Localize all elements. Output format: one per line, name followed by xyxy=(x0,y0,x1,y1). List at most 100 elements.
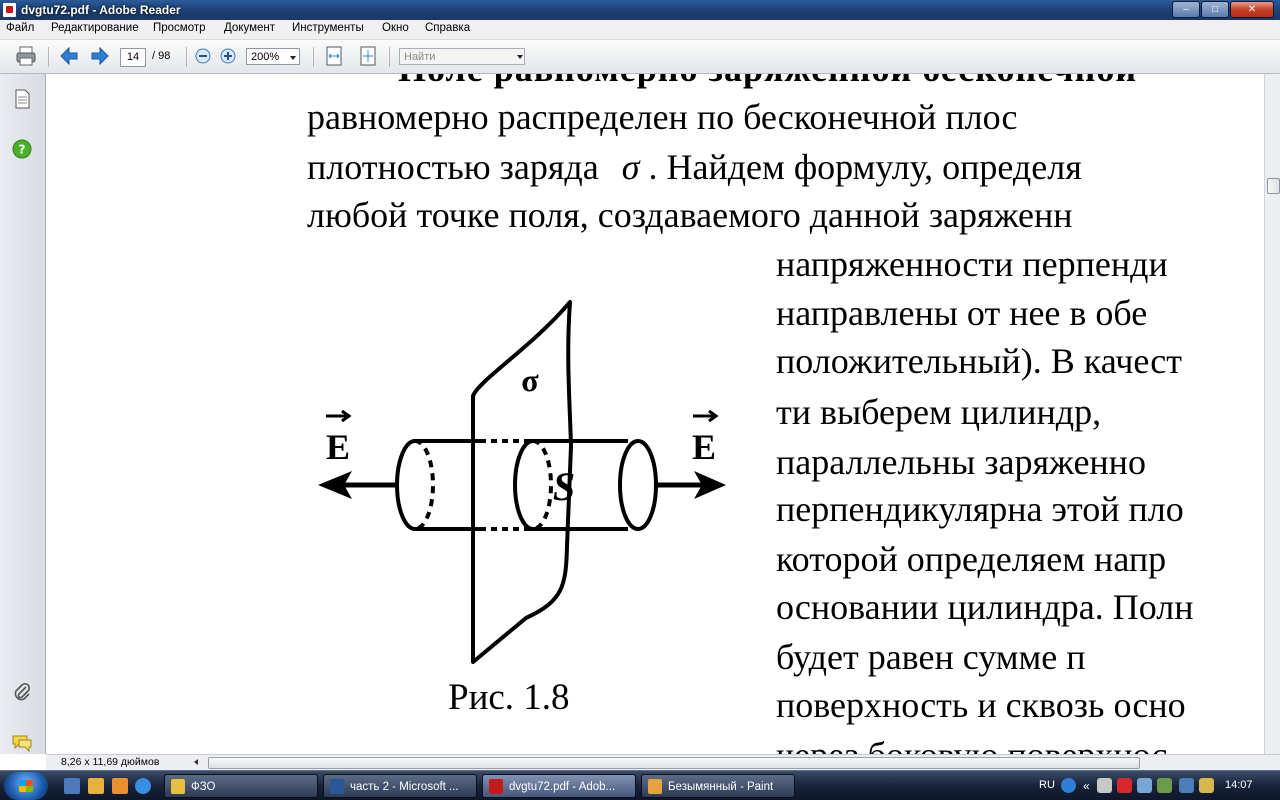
toolbar-separator xyxy=(313,47,314,67)
taskbar-item-adobe-reader[interactable]: dvgtu72.pdf - Adob... xyxy=(482,774,636,798)
pdf-icon xyxy=(489,779,503,794)
doc-line: плотностью заряда σ . Найдем формулу, оп… xyxy=(307,146,1082,188)
figure-charged-plane: E E σ S xyxy=(318,300,726,664)
doc-line: перпендикулярна этой пло xyxy=(776,489,1184,529)
toolbar-separator xyxy=(186,47,187,67)
close-button[interactable]: ✕ xyxy=(1230,1,1274,18)
network-icon[interactable] xyxy=(1097,778,1112,793)
previous-page-icon[interactable] xyxy=(58,45,80,67)
menu-edit[interactable]: Редактирование xyxy=(51,22,139,34)
folder-icon xyxy=(171,779,185,794)
volume-icon[interactable] xyxy=(1137,778,1152,793)
doc-line: равномерно распределен по бесконечной пл… xyxy=(307,97,1018,137)
doc-line: поверхность и сквозь осно xyxy=(776,685,1186,725)
fit-page-icon[interactable] xyxy=(357,45,379,67)
doc-text: . Найдем формулу, определя xyxy=(648,147,1082,187)
horizontal-scroll-thumb[interactable] xyxy=(208,757,1140,769)
status-bar: 8,26 x 11,69 дюймов xyxy=(46,754,1280,771)
page-size-label: 8,26 x 11,69 дюймов xyxy=(61,756,160,768)
doc-line: основании цилиндра. Полн xyxy=(776,587,1194,627)
page-number-input[interactable]: 14 xyxy=(120,48,146,67)
label-s: S xyxy=(553,464,575,509)
maximize-button[interactable]: □ xyxy=(1201,1,1229,18)
doc-line: которой определяем напр xyxy=(776,539,1167,579)
doc-line: ти выберем цилиндр, xyxy=(776,392,1102,432)
fit-width-icon[interactable] xyxy=(323,45,345,67)
doc-heading: Поле равномерно заряженной бесконечной xyxy=(398,74,1137,90)
toolbar: 14 / 98 200% Найти xyxy=(0,40,1280,74)
horizontal-scrollbar[interactable] xyxy=(194,757,1276,769)
doc-line: будет равен сумме п xyxy=(776,637,1086,677)
help-tray-icon[interactable] xyxy=(1061,778,1076,793)
chevron-down-icon[interactable] xyxy=(517,55,523,59)
explorer-icon[interactable] xyxy=(88,778,104,794)
title-bar: dvgtu72.pdf - Adobe Reader – □ ✕ xyxy=(0,0,1280,20)
menu-tools[interactable]: Инструменты xyxy=(292,22,364,34)
vector-mark-icon xyxy=(326,409,352,423)
sigma-symbol: σ xyxy=(621,147,640,187)
attachments-icon[interactable] xyxy=(11,681,33,703)
next-page-icon[interactable] xyxy=(89,45,111,67)
pages-icon[interactable] xyxy=(11,88,33,110)
window-controls: – □ ✕ xyxy=(1171,1,1274,18)
antivirus-icon[interactable] xyxy=(1117,778,1132,793)
cylinder-left-base xyxy=(395,439,416,531)
menu-view[interactable]: Просмотр xyxy=(153,22,206,34)
paint-icon xyxy=(648,779,662,794)
menu-window[interactable]: Окно xyxy=(382,22,409,34)
document-view[interactable]: Поле равномерно заряженной бесконечной р… xyxy=(46,74,1264,754)
start-button[interactable] xyxy=(4,772,48,800)
toolbar-separator xyxy=(389,47,390,67)
print-icon[interactable] xyxy=(15,45,37,67)
menu-bar: Файл Редактирование Просмотр Документ Ин… xyxy=(0,20,1280,40)
device-icon[interactable] xyxy=(1157,778,1172,793)
doc-text: плотностью заряда xyxy=(307,147,599,187)
cylinder-right-base xyxy=(618,439,658,531)
doc-line: через боковую поверхнос xyxy=(776,734,1168,754)
browser-icon[interactable] xyxy=(135,778,151,794)
menu-document[interactable]: Документ xyxy=(224,22,275,34)
label-e-right: E xyxy=(692,427,716,467)
zoom-value: 200% xyxy=(251,51,280,63)
comments-icon[interactable] xyxy=(11,732,33,754)
update-icon[interactable] xyxy=(1199,778,1214,793)
menu-file[interactable]: Файл xyxy=(6,22,34,34)
minimize-button[interactable]: – xyxy=(1172,1,1200,18)
taskbar-item-word[interactable]: часть 2 - Microsoft ... xyxy=(323,774,477,798)
svg-text:?: ? xyxy=(19,143,26,157)
language-indicator[interactable]: RU xyxy=(1039,779,1055,791)
label-e-left: E xyxy=(326,427,350,467)
doc-line: любой точке поля, создаваемого данной за… xyxy=(307,195,1073,235)
word-icon xyxy=(330,779,344,794)
help-icon[interactable]: ? xyxy=(11,138,33,160)
zoom-select[interactable]: 200% xyxy=(246,48,300,65)
figure-caption: Рис. 1.8 xyxy=(448,677,570,718)
doc-line: положительный). В качест xyxy=(776,341,1182,381)
find-input[interactable]: Найти xyxy=(399,48,525,65)
vertical-scrollbar[interactable] xyxy=(1264,74,1280,754)
battery-icon[interactable] xyxy=(1179,778,1194,793)
doc-line: напряженности перпенди xyxy=(776,244,1168,284)
zoom-out-icon[interactable] xyxy=(193,46,213,66)
window-title: dvgtu72.pdf - Adobe Reader xyxy=(21,3,181,17)
zoom-in-icon[interactable] xyxy=(218,46,238,66)
show-desktop-icon[interactable] xyxy=(64,778,80,794)
media-player-icon[interactable] xyxy=(112,778,128,794)
taskbar-item-label: Безымянный - Paint xyxy=(668,781,774,793)
page-total: / 98 xyxy=(152,50,171,62)
doc-line: параллельны заряженно xyxy=(776,442,1146,482)
taskbar-item-fzo[interactable]: ФЗО xyxy=(164,774,318,798)
scroll-left-icon[interactable] xyxy=(194,759,198,765)
cylinder-left-base-hidden xyxy=(414,439,435,531)
taskbar-item-paint[interactable]: Безымянный - Paint xyxy=(641,774,795,798)
vertical-scroll-thumb[interactable] xyxy=(1267,178,1280,194)
label-sigma: σ xyxy=(521,362,539,398)
adobe-reader-icon xyxy=(3,3,16,17)
taskbar-item-label: часть 2 - Microsoft ... xyxy=(350,781,459,793)
taskbar: ФЗО часть 2 - Microsoft ... dvgtu72.pdf … xyxy=(0,770,1280,800)
menu-help[interactable]: Справка xyxy=(425,22,470,34)
toolbar-separator xyxy=(48,47,49,67)
chevron-left-icon[interactable]: « xyxy=(1083,779,1090,793)
clock[interactable]: 14:07 xyxy=(1225,779,1253,791)
navigation-pane: ? xyxy=(0,74,46,754)
